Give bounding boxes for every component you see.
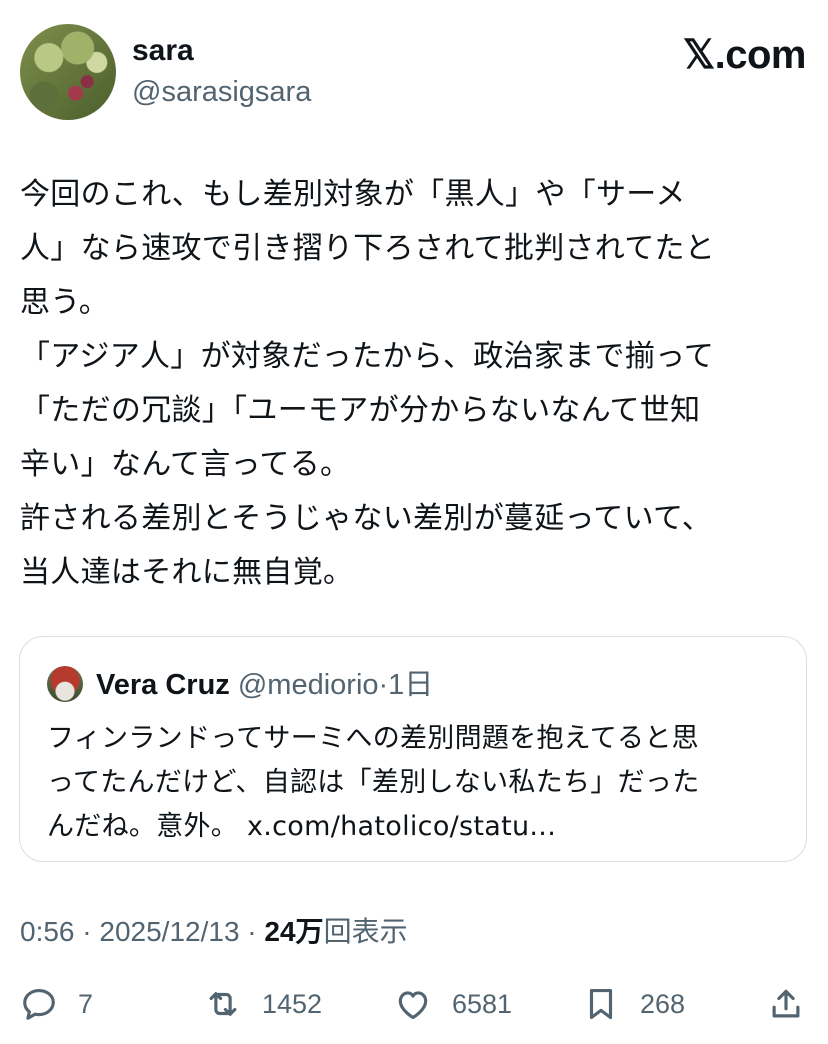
author-display-name[interactable]: sara	[132, 34, 194, 68]
bookmark-button[interactable]: 268	[582, 976, 685, 1032]
reply-icon	[23, 988, 55, 1020]
tweet-metadata: 0:56 · 2025/12/13 · 24万回表示	[20, 912, 408, 952]
views-count: 24万	[264, 916, 324, 947]
x-logo: 𝕏.com	[682, 33, 807, 77]
share-button[interactable]	[767, 976, 805, 1032]
views-label: 回表示	[323, 916, 408, 947]
quoted-header: Vera Cruz @mediorio·1日	[96, 665, 433, 705]
tweet-header: sara @sarasigsara 𝕏.com	[20, 24, 808, 120]
quoted-display-name: Vera Cruz	[96, 669, 230, 701]
like-icon	[398, 991, 428, 1020]
action-bar: 7 1452 6581 268	[0, 976, 828, 1036]
author-handle[interactable]: @sarasigsara	[132, 76, 311, 109]
repost-icon	[209, 992, 237, 1016]
bookmark-count: 268	[640, 988, 686, 1019]
quoted-age: ·1日	[378, 669, 434, 701]
avatar[interactable]	[20, 24, 116, 120]
tweet-text: 今回のこれ、もし差別対象が「黒人」や「サーメ 人」なら速攻で引き摺り下ろされて批…	[20, 177, 716, 590]
quoted-handle: @mediorio	[237, 669, 379, 701]
quoted-tweet-card[interactable]: Vera Cruz @mediorio·1日 フィンランドってサーミへの差別問題…	[19, 636, 807, 862]
like-button[interactable]: 6581	[394, 976, 512, 1032]
like-count: 6581	[452, 988, 513, 1019]
repost-button[interactable]: 1452	[204, 976, 322, 1032]
share-icon	[772, 989, 800, 1018]
reply-button[interactable]: 7	[20, 976, 93, 1032]
quoted-avatar	[47, 666, 83, 702]
repost-count: 1452	[262, 988, 323, 1019]
reply-count: 7	[78, 988, 94, 1019]
bookmark-icon	[589, 988, 613, 1020]
timestamp[interactable]: 0:56 · 2025/12/13 ·	[20, 916, 264, 947]
quoted-text: フィンランドってサーミへの差別問題を抱えてると思 ってたんだけど、自認は「差別し…	[47, 723, 700, 842]
